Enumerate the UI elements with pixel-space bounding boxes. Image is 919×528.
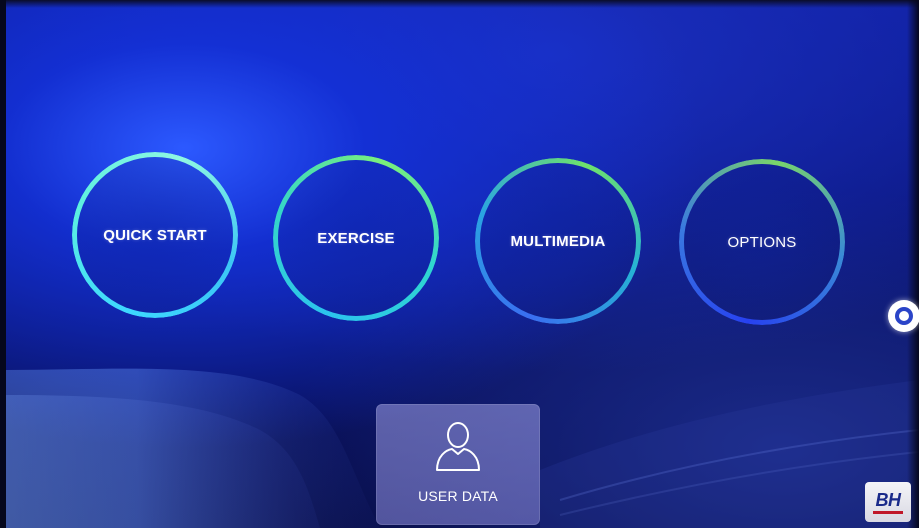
screen-bezel-left: [0, 0, 6, 528]
quick-start-label: QUICK START: [103, 226, 207, 244]
exercise-label: EXERCISE: [317, 229, 395, 247]
user-data-button[interactable]: USER DATA: [376, 404, 540, 525]
options-button[interactable]: OPTIONS: [679, 159, 845, 325]
page-indicator-dot[interactable]: [888, 300, 919, 332]
options-label: OPTIONS: [727, 233, 797, 251]
user-icon: [436, 422, 480, 471]
quick-start-button[interactable]: QUICK START: [72, 152, 238, 318]
multimedia-label: MULTIMEDIA: [510, 232, 606, 250]
home-screen: QUICK START EXERCISE MULTIMEDIA OPTIONS …: [0, 0, 919, 528]
bh-logo-text: BH: [875, 489, 902, 510]
user-data-label: USER DATA: [418, 488, 498, 504]
page-indicator-core: [899, 311, 909, 321]
screen-bezel-top: [0, 0, 919, 8]
multimedia-button[interactable]: MULTIMEDIA: [475, 158, 641, 324]
exercise-button[interactable]: EXERCISE: [273, 155, 439, 321]
bh-logo: BH: [865, 482, 911, 522]
screen-bezel-right: [907, 0, 919, 528]
bh-logo-bar: [873, 510, 903, 514]
